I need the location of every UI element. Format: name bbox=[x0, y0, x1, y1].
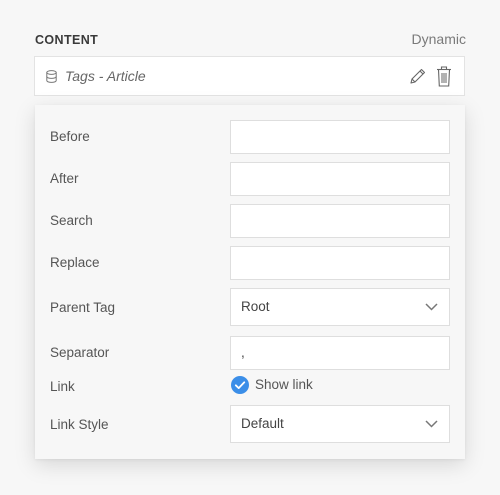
source-label: Tags - Article bbox=[65, 68, 146, 84]
checkmark-icon bbox=[234, 381, 246, 389]
show-link-label: Show link bbox=[255, 377, 313, 392]
pencil-icon[interactable] bbox=[409, 68, 426, 85]
replace-label: Replace bbox=[50, 255, 100, 270]
replace-input[interactable] bbox=[230, 246, 450, 280]
trash-icon[interactable] bbox=[436, 66, 452, 87]
parent-tag-label: Parent Tag bbox=[50, 300, 116, 315]
after-label: After bbox=[50, 171, 79, 186]
section-title: CONTENT bbox=[35, 33, 99, 47]
dynamic-source-field[interactable]: Tags - Article bbox=[34, 56, 465, 96]
after-input[interactable] bbox=[230, 162, 450, 196]
chevron-down-icon bbox=[425, 420, 438, 428]
separator-input[interactable]: , bbox=[230, 336, 450, 370]
dynamic-mode-link[interactable]: Dynamic bbox=[412, 31, 466, 47]
search-input[interactable] bbox=[230, 204, 450, 238]
search-label: Search bbox=[50, 213, 93, 228]
settings-panel: Before After Search Replace Parent Tag R… bbox=[35, 105, 465, 459]
link-style-value: Default bbox=[241, 416, 284, 431]
chevron-down-icon bbox=[425, 303, 438, 311]
link-style-select[interactable]: Default bbox=[230, 405, 450, 443]
parent-tag-value: Root bbox=[241, 299, 270, 314]
before-input[interactable] bbox=[230, 120, 450, 154]
link-label: Link bbox=[50, 379, 75, 394]
parent-tag-select[interactable]: Root bbox=[230, 288, 450, 326]
link-style-label: Link Style bbox=[50, 417, 109, 432]
section-header: CONTENT Dynamic bbox=[35, 31, 466, 49]
before-label: Before bbox=[50, 129, 90, 144]
database-icon bbox=[46, 70, 57, 83]
separator-label: Separator bbox=[50, 345, 110, 360]
